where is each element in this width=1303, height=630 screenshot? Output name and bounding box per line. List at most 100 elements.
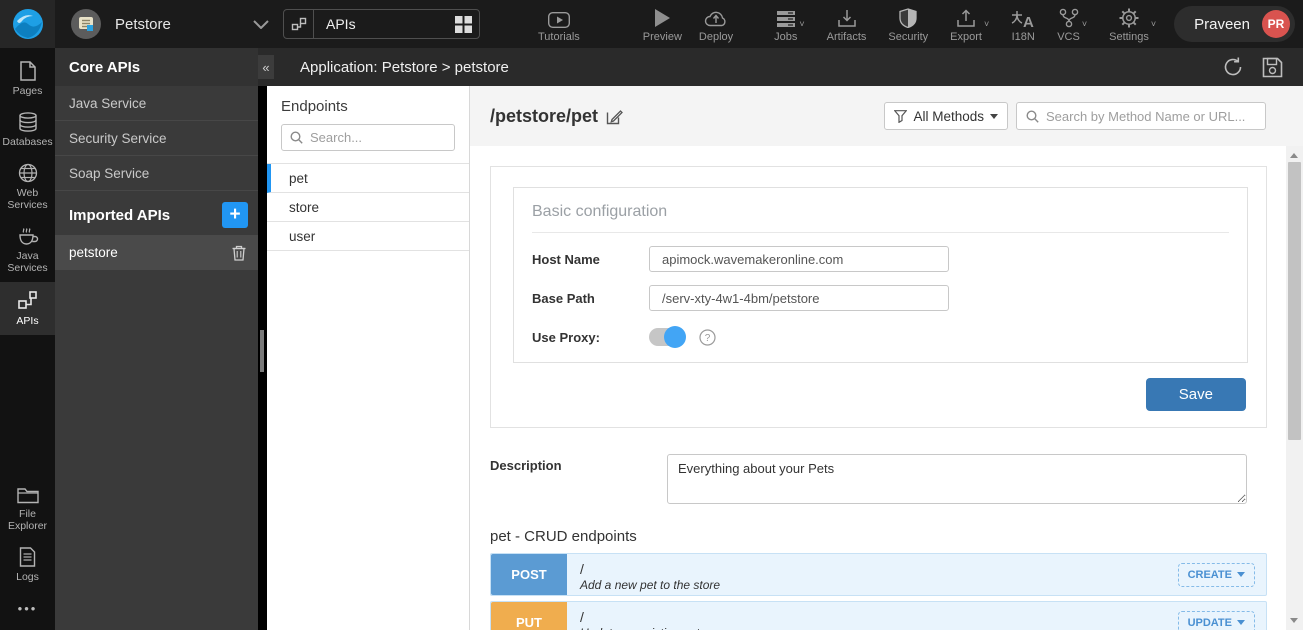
help-icon[interactable]: ? — [699, 329, 716, 346]
export-label: Export — [950, 32, 982, 43]
endpoints-list: pet store user — [267, 163, 469, 251]
sidebar-item-file-explorer[interactable]: File Explorer — [0, 479, 55, 540]
filter-icon — [894, 110, 907, 123]
user-menu[interactable]: Praveen PR — [1174, 6, 1295, 42]
base-path-field[interactable] — [649, 285, 949, 311]
endpoint-item-store[interactable]: store — [267, 193, 469, 222]
sidebar-item-web-services[interactable]: Web Services — [0, 156, 55, 219]
more-options-button[interactable]: ••• — [0, 591, 55, 630]
base-path-label: Base Path — [532, 291, 649, 306]
preview-label: Preview — [643, 32, 682, 43]
endpoint-path: / — [580, 609, 1178, 625]
gear-icon — [1119, 6, 1139, 28]
jobs-label: Jobs — [774, 32, 797, 43]
use-proxy-toggle[interactable] — [649, 328, 683, 346]
workspace-selector[interactable]: APIs — [283, 9, 480, 39]
add-api-button[interactable]: + — [222, 202, 248, 228]
artifacts-icon — [837, 6, 857, 28]
wavemaker-logo[interactable] — [0, 0, 55, 48]
endpoints-search-input[interactable] — [310, 130, 440, 145]
api-nodes-icon — [284, 10, 314, 38]
edit-icon[interactable] — [606, 108, 623, 125]
security-button[interactable]: Security — [888, 6, 928, 43]
sidebar-item-soap-service[interactable]: Soap Service — [55, 156, 258, 191]
deploy-icon — [704, 6, 728, 28]
i18n-translate-icon: A — [1011, 6, 1035, 28]
sidebar-item-apis[interactable]: APIs — [0, 282, 55, 335]
petstore-label: petstore — [69, 245, 118, 260]
pages-label: Pages — [13, 85, 43, 97]
sidebar-item-java-service[interactable]: Java Service — [55, 86, 258, 121]
collapse-sidebar-button[interactable]: « — [258, 55, 274, 79]
sidebar-item-petstore[interactable]: petstore — [55, 235, 258, 270]
endpoint-row-put[interactable]: PUT / Update an existing pet UPDATE — [490, 601, 1267, 630]
main-content: /petstore/pet — [470, 86, 1303, 630]
sidebar-scrollbar-thumb[interactable] — [260, 330, 264, 372]
description-field[interactable]: Everything about your Pets — [667, 454, 1247, 504]
endpoints-panel: Endpoints pet store user — [267, 86, 470, 630]
basic-configuration-title: Basic configuration — [514, 188, 1247, 232]
endpoint-description: Update an existing pet — [580, 626, 1178, 630]
artifacts-button[interactable]: Artifacts — [827, 6, 867, 43]
endpoint-item-pet[interactable]: pet — [267, 164, 469, 193]
imported-apis-label: Imported APIs — [69, 207, 170, 224]
sidebar-item-logs[interactable]: Logs — [0, 540, 55, 591]
sidebar-item-pages[interactable]: Pages — [0, 54, 55, 105]
top-bar: Petstore APIs — [0, 0, 1303, 48]
jobs-icon — [776, 6, 796, 28]
endpoints-search[interactable] — [281, 124, 455, 151]
chevron-down-icon: ˅ — [1151, 19, 1156, 29]
project-doc-icon — [78, 16, 94, 32]
endpoint-item-user[interactable]: user — [267, 222, 469, 251]
sidebar-item-security-service[interactable]: Security Service — [55, 121, 258, 156]
scroll-down-arrow[interactable] — [1290, 618, 1298, 623]
basic-configuration-box: Basic configuration Host Name Base Path — [513, 187, 1248, 363]
method-search[interactable] — [1016, 102, 1266, 130]
security-shield-icon — [899, 6, 917, 28]
grid-icon[interactable] — [455, 16, 472, 33]
refresh-button[interactable] — [1222, 56, 1244, 78]
databases-label: Databases — [2, 136, 52, 148]
host-name-field[interactable] — [649, 246, 949, 272]
save-button[interactable]: Save — [1146, 378, 1246, 411]
description-label: Description — [490, 454, 667, 504]
content-scrollbar-thumb[interactable] — [1288, 162, 1301, 440]
imported-apis-header: Imported APIs + — [55, 195, 258, 235]
application-bar: « Application: Petstore > petstore — [258, 48, 1303, 86]
create-action-button[interactable]: CREATE — [1178, 563, 1255, 587]
scroll-up-arrow[interactable] — [1290, 153, 1298, 158]
endpoints-title: Endpoints — [267, 86, 469, 124]
svg-text:?: ? — [705, 333, 711, 344]
topbar-tools: Jobs ˅ Artifacts — [774, 6, 1303, 43]
jobs-button[interactable]: Jobs — [774, 6, 797, 43]
globe-icon — [18, 163, 38, 183]
sidebar-item-databases[interactable]: Databases — [0, 105, 55, 156]
chevron-down-icon — [1237, 620, 1245, 625]
endpoint-row-post[interactable]: POST / Add a new pet to the store CREATE — [490, 553, 1267, 596]
core-apis-header: Core APIs — [55, 48, 258, 86]
sidebar-scrollbar[interactable] — [258, 86, 267, 630]
svg-text:A: A — [1023, 14, 1034, 28]
vcs-branch-icon — [1059, 6, 1079, 28]
user-name: Praveen — [1194, 16, 1250, 33]
preview-button[interactable]: Preview — [643, 6, 682, 43]
app-window: Petstore APIs — [0, 0, 1303, 630]
methods-filter-dropdown[interactable]: All Methods — [884, 102, 1008, 130]
settings-button[interactable]: Settings — [1109, 6, 1149, 43]
tutorials-button[interactable]: Tutorials — [538, 6, 580, 43]
avatar: PR — [1262, 10, 1290, 38]
project-selector[interactable]: Petstore — [71, 9, 283, 39]
vcs-button[interactable]: VCS — [1057, 6, 1080, 43]
apis-sidebar: Core APIs Java Service Security Service … — [55, 48, 258, 630]
sidebar-item-java-services[interactable]: Java Services — [0, 219, 55, 282]
trash-icon[interactable] — [232, 244, 246, 261]
i18n-button[interactable]: A I18N — [1011, 6, 1035, 43]
crud-endpoints-heading: pet - CRUD endpoints — [490, 528, 1270, 545]
save-icon-button[interactable] — [1262, 57, 1283, 78]
method-search-input[interactable] — [1046, 109, 1256, 124]
content-scrollbar[interactable] — [1286, 146, 1303, 630]
export-button[interactable]: Export — [950, 6, 982, 43]
update-action-button[interactable]: UPDATE — [1178, 611, 1255, 630]
deploy-button[interactable]: Deploy — [699, 6, 733, 43]
logs-icon — [19, 547, 36, 567]
